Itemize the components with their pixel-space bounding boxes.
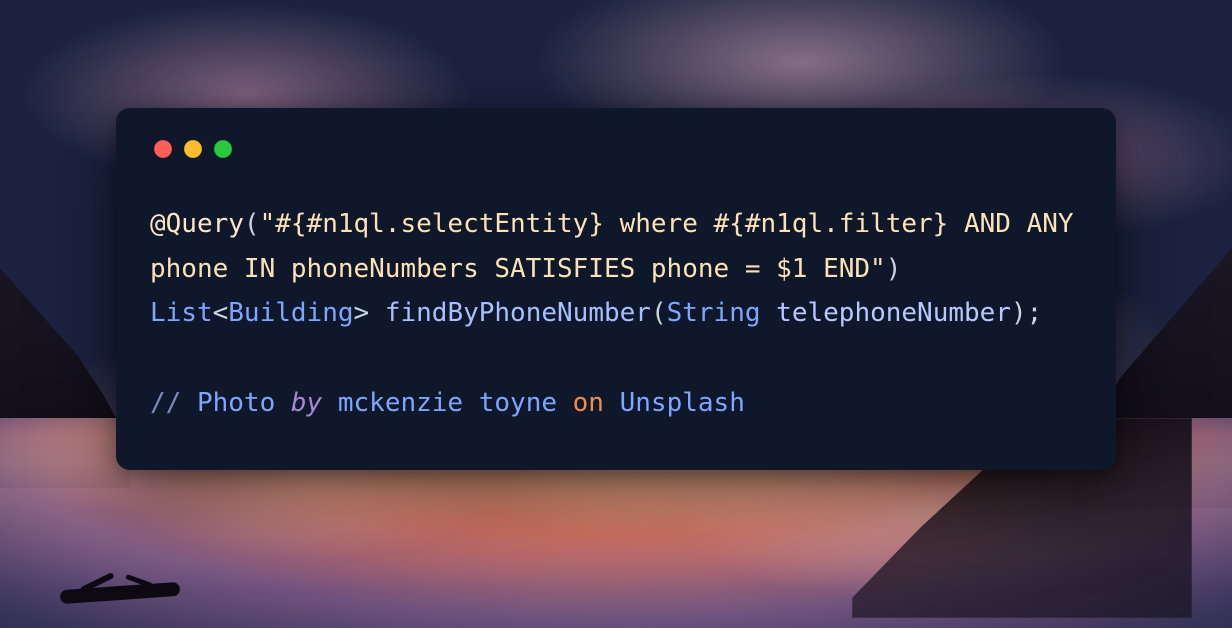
code-annotation: @Query	[150, 209, 244, 239]
code-block: @Query("#{#n1ql.selectEntity} where #{#n…	[150, 202, 1082, 426]
code-window: @Query("#{#n1ql.selectEntity} where #{#n…	[116, 108, 1116, 470]
comment-by: by	[291, 388, 322, 418]
code-string: "#{#n1ql.selectEntity} where #{#n1ql.fil…	[150, 209, 1089, 284]
code-paren-open: (	[244, 209, 260, 239]
code-method: findByPhoneNumber	[385, 298, 651, 328]
code-lt: <	[213, 298, 229, 328]
code-type: Building	[228, 298, 353, 328]
window-controls	[154, 140, 1082, 158]
close-icon[interactable]	[154, 140, 172, 158]
code-semicolon: ;	[1027, 298, 1043, 328]
minimize-icon[interactable]	[184, 140, 202, 158]
comment-on: on	[573, 388, 604, 418]
comment-slash: //	[150, 388, 197, 418]
code-space	[901, 254, 917, 284]
code-paren-close: )	[886, 254, 902, 284]
code-param-name: telephoneNumber	[776, 298, 1011, 328]
code-mclose: )	[1011, 298, 1027, 328]
code-param-type: String	[667, 298, 761, 328]
comment-source: Unsplash	[604, 388, 745, 418]
code-mopen: (	[651, 298, 667, 328]
code-space	[369, 298, 385, 328]
code-gt: >	[354, 298, 370, 328]
code-space	[761, 298, 777, 328]
comment-photo: Photo	[197, 388, 291, 418]
comment-author: mckenzie toyne	[322, 388, 572, 418]
maximize-icon[interactable]	[214, 140, 232, 158]
code-list: List	[150, 298, 213, 328]
